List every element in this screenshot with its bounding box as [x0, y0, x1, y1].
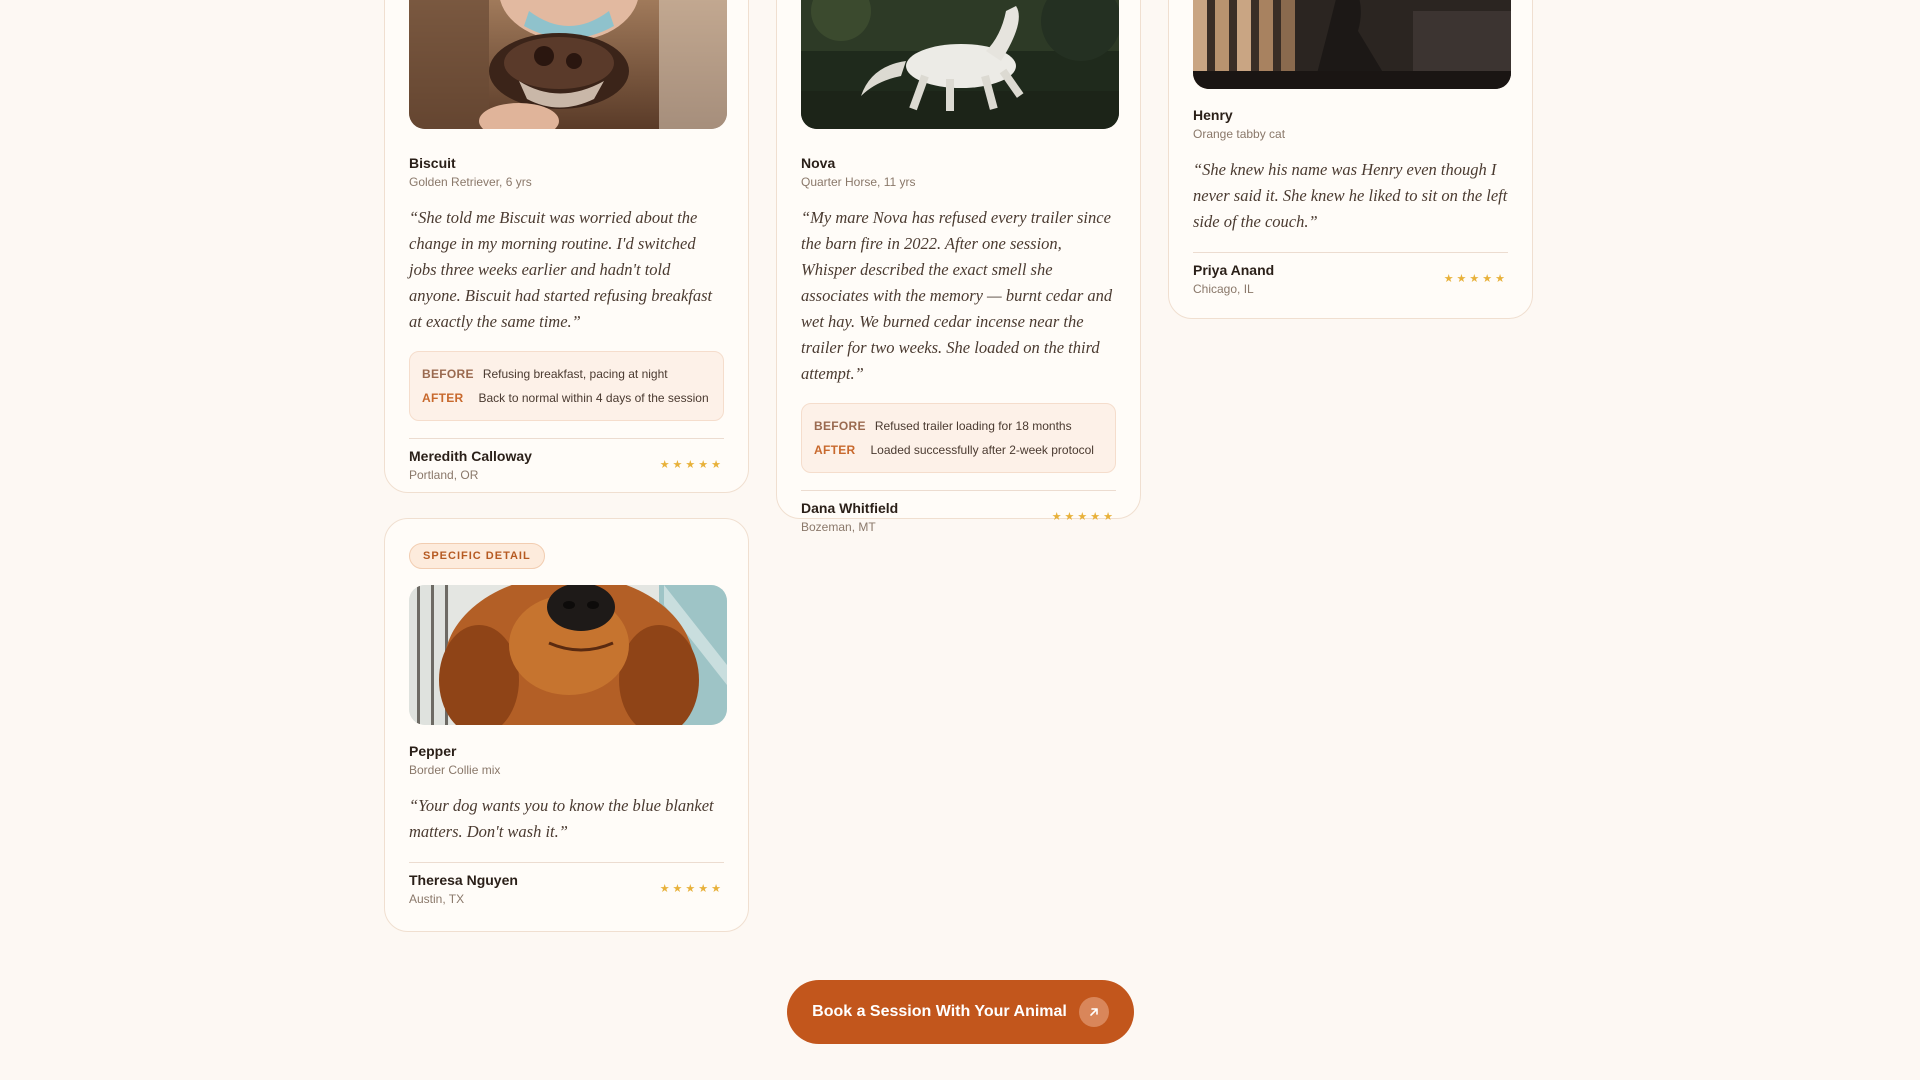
testimonial-card-pepper: SPECIFIC DETAIL Pepper Border Collie mix… [384, 518, 749, 932]
divider [409, 862, 724, 863]
pet-name: Biscuit [409, 155, 456, 171]
before-text: Refusing breakfast, pacing at night [482, 367, 668, 381]
pet-breed: Quarter Horse, 11 yrs [801, 175, 916, 189]
person-on-couch-photo-icon [1193, 0, 1511, 89]
pet-name: Henry [1193, 107, 1233, 123]
pet-breed: Orange tabby cat [1193, 127, 1286, 141]
pet-breed: Border Collie mix [409, 763, 501, 777]
book-session-button[interactable]: Book a Session With Your Animal [787, 980, 1134, 1044]
after-text: Back to normal within 4 days of the sess… [478, 391, 709, 405]
divider [409, 438, 724, 439]
before-label: BEFORE [422, 367, 474, 381]
dog-cupcake-photo-icon [409, 0, 727, 129]
pet-photo-biscuit [409, 0, 727, 129]
specific-detail-badge: SPECIFIC DETAIL [409, 543, 545, 569]
white-horse-photo-icon [801, 0, 1119, 129]
divider [801, 490, 1116, 491]
testimonial-quote: “She told me Biscuit was worried about t… [409, 208, 713, 331]
star-rating: ★★★★★ [659, 459, 724, 471]
author-name: Priya Anand [1193, 262, 1275, 278]
after-text: Loaded successfully after 2-week protoco… [870, 443, 1094, 457]
pet-photo-pepper [409, 585, 727, 725]
pet-breed: Golden Retriever, 6 yrs [409, 175, 532, 189]
testimonial-quote: “She knew his name was Henry even though… [1193, 160, 1508, 231]
divider [1193, 252, 1508, 253]
before-after-box: BEFORE Refused trailer loading for 18 mo… [801, 403, 1116, 473]
star-rating: ★★★★★ [1443, 273, 1508, 285]
before-text: Refused trailer loading for 18 months [874, 419, 1072, 433]
author-location: Bozeman, MT [801, 520, 876, 534]
arrow-up-right-icon [1078, 997, 1109, 1027]
author-name: Theresa Nguyen [409, 872, 518, 888]
after-label: AFTER [814, 443, 856, 457]
pet-photo-henry [1193, 0, 1511, 89]
book-session-label: Book a Session With Your Animal [812, 1003, 1067, 1020]
author-location: Austin, TX [409, 892, 465, 906]
after-label: AFTER [422, 391, 464, 405]
golden-dog-closeup-photo-icon [409, 585, 727, 725]
author-location: Portland, OR [409, 468, 479, 482]
testimonial-quote: “Your dog wants you to know the blue bla… [409, 796, 714, 841]
author-name: Meredith Calloway [409, 448, 532, 464]
pet-name: Pepper [409, 743, 457, 759]
testimonial-card-henry: Henry Orange tabby cat “She knew his nam… [1168, 0, 1533, 319]
star-rating: ★★★★★ [659, 883, 724, 895]
pet-photo-nova [801, 0, 1119, 129]
before-label: BEFORE [814, 419, 866, 433]
testimonial-quote: “My mare Nova has refused every trailer … [801, 208, 1113, 383]
before-after-box: BEFORE Refusing breakfast, pacing at nig… [409, 351, 724, 421]
author-location: Chicago, IL [1193, 282, 1254, 296]
author-name: Dana Whitfield [801, 500, 899, 516]
testimonial-card-biscuit: Biscuit Golden Retriever, 6 yrs “She tol… [384, 0, 749, 493]
testimonial-card-nova: Nova Quarter Horse, 11 yrs “My mare Nova… [776, 0, 1141, 534]
star-rating: ★★★★★ [1051, 511, 1116, 523]
pet-name: Nova [801, 155, 836, 171]
